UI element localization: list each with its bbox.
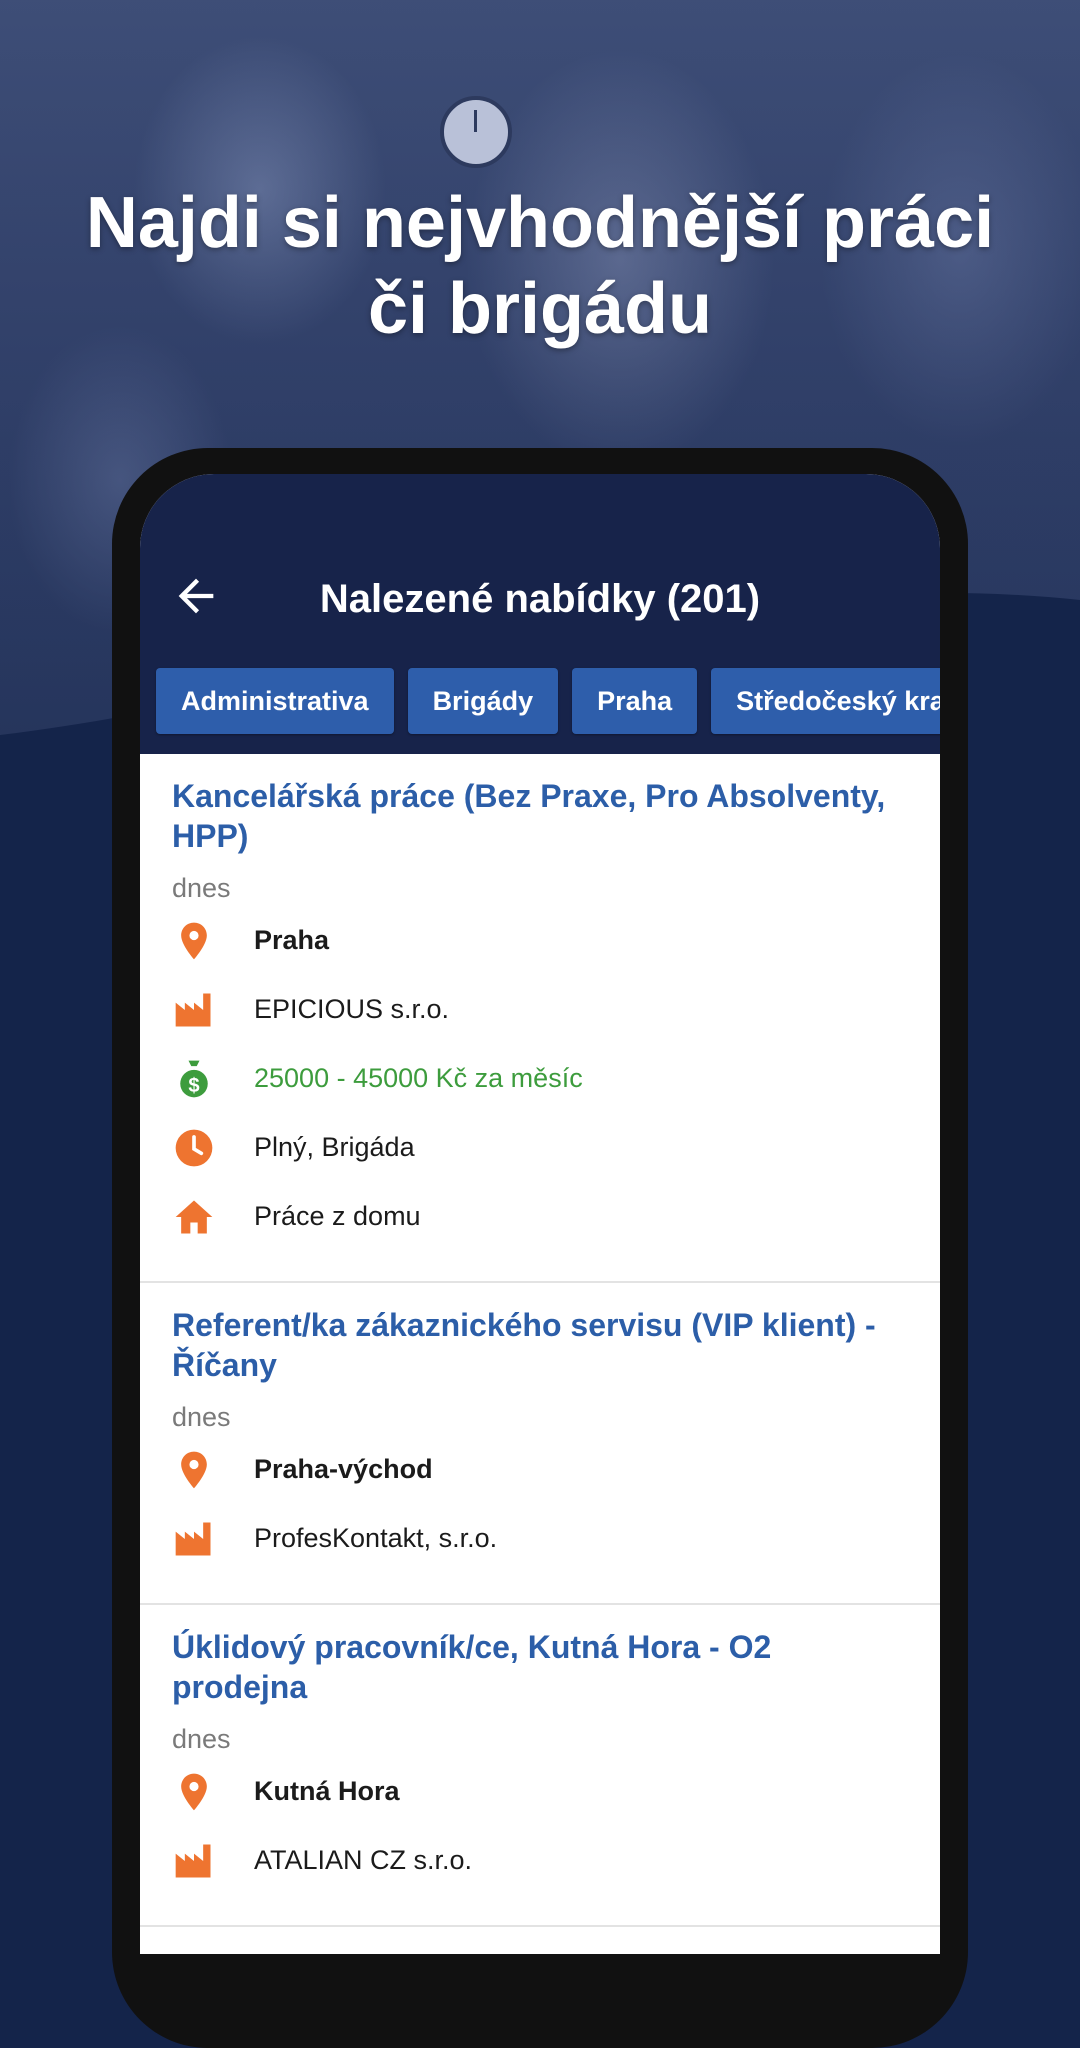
job-schedule-row: Plný, Brigáda xyxy=(172,1113,908,1182)
job-location: Praha-východ xyxy=(254,1454,433,1484)
location-pin-icon xyxy=(181,1773,207,1810)
filter-chip-administrativa[interactable]: Administrativa xyxy=(156,668,394,734)
job-location-row: Kutná Hora xyxy=(172,1757,908,1826)
home-icon xyxy=(175,1200,213,1233)
job-company: ATALIAN CZ s.r.o. xyxy=(254,1845,473,1875)
job-card[interactable]: Úklidový pracovník/ce, Kutná Hora - O2 p… xyxy=(140,1605,940,1927)
job-list: Kancelářská práce (Bez Praxe, Pro Absolv… xyxy=(140,754,940,1927)
job-location-row: Praha xyxy=(172,906,908,975)
clock-icon xyxy=(175,1129,213,1166)
factory-icon xyxy=(175,1522,211,1555)
factory-icon xyxy=(175,993,211,1026)
job-location-row: Praha-východ xyxy=(172,1435,908,1504)
location-pin-icon xyxy=(181,1451,207,1488)
job-company-row: ATALIAN CZ s.r.o. xyxy=(172,1826,908,1895)
job-title[interactable]: Úklidový pracovník/ce, Kutná Hora - O2 p… xyxy=(172,1627,908,1707)
app-bar: Nalezené nabídky (201) Administrativa Bri… xyxy=(140,474,940,754)
page-title: Nalezené nabídky (201) xyxy=(319,577,761,621)
filter-chip-brigady[interactable]: Brigády xyxy=(407,668,559,734)
headline-line-1: Najdi si nejvhodnější práci xyxy=(85,183,995,263)
job-card[interactable]: Kancelářská práce (Bez Praxe, Pro Absolv… xyxy=(140,754,940,1283)
job-salary-row: $ 25000 - 45000 Kč za měsíc xyxy=(172,1044,908,1113)
job-date: dnes xyxy=(172,1402,231,1432)
money-bag-icon: $ xyxy=(180,1060,208,1097)
factory-icon xyxy=(175,1844,211,1877)
job-salary: 25000 - 45000 Kč za měsíc xyxy=(254,1063,583,1093)
filter-chip-stredocesky-kraj[interactable]: Středočeský kraj xyxy=(711,668,940,734)
job-remote-row: Práce z domu xyxy=(172,1182,908,1251)
job-company: ProfesKontakt, s.r.o. xyxy=(254,1523,498,1553)
job-company-row: ProfesKontakt, s.r.o. xyxy=(172,1504,908,1573)
job-date: dnes xyxy=(172,873,231,903)
job-title[interactable]: Kancelářská práce (Bez Praxe, Pro Absolv… xyxy=(172,776,908,856)
job-company-row: EPICIOUS s.r.o. xyxy=(172,975,908,1044)
job-card[interactable]: Referent/ka zákaznického servisu (VIP kl… xyxy=(140,1283,940,1605)
filter-chips: Administrativa Brigády Praha Středočeský kr… xyxy=(156,668,940,734)
svg-text:$: $ xyxy=(188,1074,199,1096)
job-location: Kutná Hora xyxy=(254,1776,400,1806)
job-company: EPICIOUS s.r.o. xyxy=(254,994,450,1024)
job-date: dnes xyxy=(172,1724,231,1754)
filter-chip-praha[interactable]: Praha xyxy=(572,668,698,734)
job-schedule: Plný, Brigáda xyxy=(254,1132,415,1162)
phone-screen: Nalezené nabídky (201) Administrativa Bri… xyxy=(140,474,940,1954)
job-remote: Práce z domu xyxy=(254,1201,421,1231)
headline-line-2: či brigádu xyxy=(367,269,713,349)
job-location: Praha xyxy=(254,925,330,955)
hero-headline: Najdi si nejvhodnější práci či brigádu xyxy=(0,180,1080,352)
location-pin-icon xyxy=(181,922,207,959)
job-title[interactable]: Referent/ka zákaznického servisu (VIP kl… xyxy=(172,1305,908,1385)
wall-clock-image xyxy=(440,96,512,168)
